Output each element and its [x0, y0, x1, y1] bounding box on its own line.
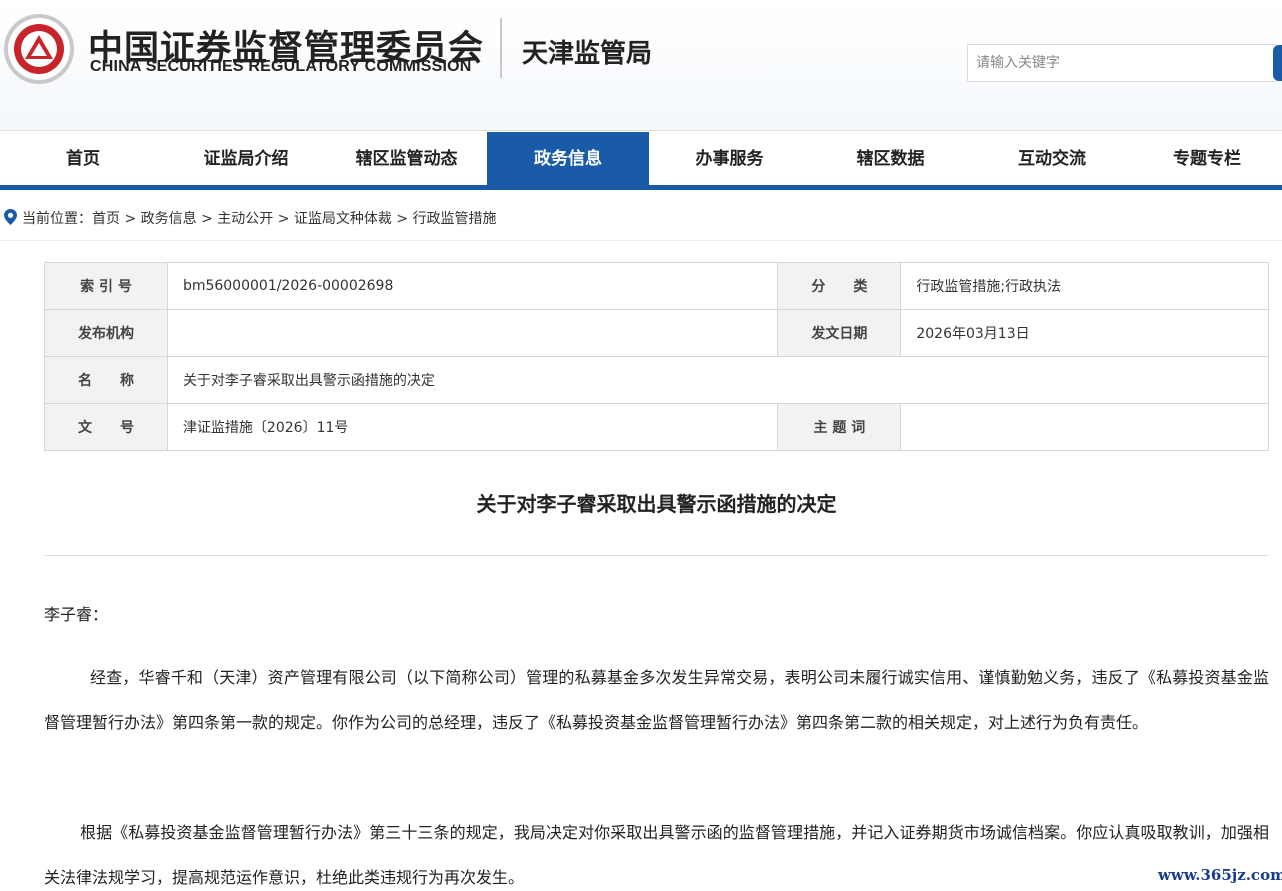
breadcrumb-separator: >	[391, 211, 413, 227]
table-row: 发布机构 发文日期 2026年03月13日	[44, 309, 1269, 357]
content-divider	[0, 240, 1282, 241]
search-button[interactable]	[1273, 45, 1282, 81]
breadcrumb-prefix: 当前位置：	[22, 211, 92, 227]
title-divider	[44, 555, 1269, 556]
table-row: 索 引 号 bm56000001/2026-00002698 分 类 行政监管措…	[44, 262, 1269, 310]
nav-item-interaction[interactable]: 互动交流	[971, 132, 1133, 186]
breadcrumb: 当前位置：首页 > 政务信息 > 主动公开 > 证监局文种体裁 > 行政监管措施	[0, 200, 1282, 232]
nav-item-government-info[interactable]: 政务信息	[487, 132, 649, 186]
keywords-value	[900, 403, 1269, 451]
search-input[interactable]	[968, 45, 1268, 81]
issue-date-value: 2026年03月13日	[900, 309, 1269, 357]
breadcrumb-link-home[interactable]: 首页	[92, 211, 120, 227]
bureau-name: 天津监管局	[522, 39, 653, 69]
breadcrumb-link-admin-measures[interactable]: 行政监管措施	[413, 211, 497, 227]
watermark: www.365jz.com	[1158, 866, 1282, 884]
nav-item-home[interactable]: 首页	[0, 132, 166, 186]
doc-number-value: 津证监措施〔2026〕11号	[166, 403, 779, 451]
breadcrumb-trail: 当前位置：首页 > 政务信息 > 主动公开 > 证监局文种体裁 > 行政监管措施	[22, 208, 497, 228]
keywords-label: 主 题 词	[777, 403, 902, 451]
breadcrumb-link-document-types[interactable]: 证监局文种体裁	[294, 211, 392, 227]
table-row: 名 称 关于对李子睿采取出具警示函措施的决定	[44, 356, 1270, 404]
article-paragraph: 经查，华睿千和（天津）资产管理有限公司（以下简称公司）管理的私募基金多次发生异常…	[44, 668, 1269, 732]
category-value: 行政监管措施;行政执法	[900, 262, 1269, 310]
index-number-label: 索 引 号	[44, 262, 168, 310]
doc-name-value: 关于对李子睿采取出具警示函措施的决定	[166, 356, 1270, 404]
breadcrumb-link-government-info[interactable]: 政务信息	[141, 211, 197, 227]
nav-item-regional-updates[interactable]: 辖区监管动态	[326, 132, 487, 186]
nav-accent-bar	[0, 185, 1282, 190]
search-box	[967, 44, 1282, 82]
breadcrumb-separator: >	[120, 211, 141, 227]
article-title: 关于对李子睿采取出具警示函措施的决定	[476, 492, 837, 516]
publisher-value	[166, 309, 779, 357]
location-pin-icon	[4, 209, 17, 225]
category-label: 分 类	[777, 262, 902, 310]
table-row: 文 号 津证监措施〔2026〕11号 主 题 词	[44, 403, 1269, 451]
publisher-label: 发布机构	[44, 309, 168, 357]
article-paragraph: 根据《私募投资基金监督管理暂行办法》第三十三条的规定，我局决定对你采取出具警示函…	[44, 823, 1269, 887]
main-nav: 首页 证监局介绍 辖区监管动态 政务信息 办事服务 辖区数据 互动交流 专题专栏	[0, 130, 1282, 190]
csrc-emblem-icon[interactable]	[3, 13, 75, 85]
org-name-en: CHINA SECURITIES REGULATORY COMMISSION	[90, 58, 472, 75]
breadcrumb-separator: >	[273, 211, 294, 227]
index-number-value: bm56000001/2026-00002698	[166, 262, 779, 310]
breadcrumb-link-public-disclosure[interactable]: 主动公开	[217, 211, 273, 227]
nav-item-regional-data[interactable]: 辖区数据	[810, 132, 971, 186]
document-meta-table: 索 引 号 bm56000001/2026-00002698 分 类 行政监管措…	[44, 262, 1270, 451]
doc-number-label: 文 号	[44, 403, 168, 451]
article-salutation: 李子睿：	[44, 605, 109, 624]
issue-date-label: 发文日期	[777, 309, 902, 357]
doc-name-label: 名 称	[44, 356, 168, 404]
nav-item-bureau-intro[interactable]: 证监局介绍	[166, 132, 326, 186]
site-header: 中国证券监督管理委员会 CHINA SECURITIES REGULATORY …	[0, 0, 1282, 130]
breadcrumb-separator: >	[196, 211, 218, 227]
nav-item-special-topics[interactable]: 专题专栏	[1133, 132, 1282, 186]
header-divider	[500, 18, 502, 78]
nav-item-services[interactable]: 办事服务	[649, 132, 810, 186]
